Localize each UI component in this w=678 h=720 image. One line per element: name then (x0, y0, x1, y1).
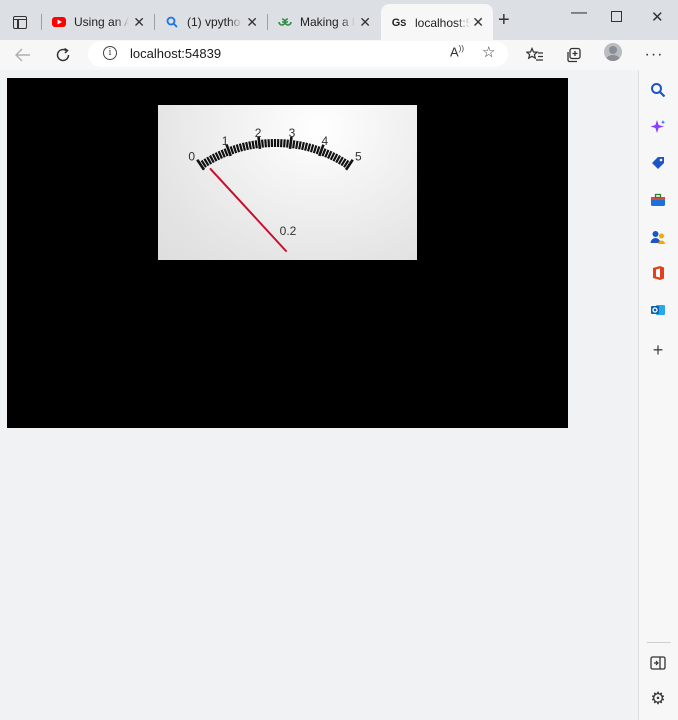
meter-minor-tick (232, 145, 238, 154)
meter-minor-tick (295, 140, 299, 149)
meter-minor-tick (292, 140, 296, 149)
search-icon (165, 15, 179, 29)
meter-minor-tick (309, 144, 315, 153)
vpython-canvas[interactable]: 0 1 2 3 4 5 0.2 (7, 78, 568, 428)
split-screen-icon[interactable] (649, 654, 667, 672)
edge-sidebar: + ⚙ (638, 70, 678, 720)
meter-minor-tick (251, 140, 255, 149)
meter-minor-tick (235, 144, 241, 153)
close-tab-icon[interactable]: ✕ (472, 15, 484, 29)
meter-minor-tick (315, 146, 321, 155)
maximize-icon[interactable] (611, 11, 622, 22)
tab-actions-button[interactable] (9, 11, 31, 33)
meter-tick-label: 3 (289, 126, 296, 140)
meter-minor-tick (264, 139, 267, 148)
tab-1[interactable]: (1) vpython ✕ (154, 8, 267, 36)
people-icon[interactable] (649, 228, 667, 246)
tag-icon[interactable] (649, 154, 667, 172)
geeksforgeeks-icon (278, 15, 292, 29)
gs-icon: GS (391, 17, 407, 29)
meter-tick-label: 2 (255, 126, 262, 140)
meter-minor-tick (306, 143, 312, 152)
tab-3-active[interactable]: GS localhost:54 ✕ (381, 4, 493, 40)
back-arrow-icon[interactable] (12, 44, 34, 66)
collections-icon[interactable] (563, 44, 585, 66)
tab-0[interactable]: Using an Ar ✕ (41, 8, 154, 36)
new-tab-icon[interactable]: + (498, 10, 510, 30)
meter-tick-label: 5 (355, 149, 362, 163)
read-aloud-icon[interactable]: A)) (450, 44, 464, 59)
tab-title: Using an Ar (74, 15, 129, 29)
meter-minor-tick (229, 146, 235, 155)
meter-minor-tick (283, 139, 286, 148)
meter-tick-label: 0 (188, 149, 195, 163)
meter-minor-tick (238, 143, 244, 152)
close-tab-icon[interactable]: ✕ (246, 15, 258, 29)
more-options-icon[interactable]: ··· (643, 44, 665, 66)
plus-icon[interactable]: + (649, 340, 667, 360)
meter-minor-tick (304, 142, 309, 151)
meter-needle (209, 168, 287, 252)
meter-minor-tick (245, 141, 249, 151)
site-info-icon[interactable]: i (103, 46, 117, 60)
meter-reading-label: 0.2 (280, 224, 297, 238)
meter-minor-tick (298, 141, 302, 150)
tab-title: localhost:54 (415, 16, 470, 30)
youtube-icon (52, 15, 66, 29)
tab-2[interactable]: Making a la ✕ (267, 8, 380, 36)
tab-strip: Using an Ar ✕ (1) vpython ✕ Making a la … (0, 0, 678, 40)
outlook-icon[interactable] (649, 301, 667, 319)
meter-minor-tick (261, 139, 264, 148)
meter-minor-tick (312, 145, 318, 154)
page-content: 0 1 2 3 4 5 0.2 (0, 70, 638, 720)
search-icon[interactable] (649, 81, 667, 99)
office-icon[interactable] (649, 264, 667, 282)
address-toolbar: i localhost:54839 A)) ☆ ··· (0, 40, 678, 70)
sparkle-icon[interactable] (649, 118, 667, 136)
tab-actions-icon (13, 15, 27, 29)
refresh-icon[interactable] (52, 44, 74, 66)
profile-avatar[interactable] (604, 43, 622, 61)
meter-minor-tick (241, 142, 246, 151)
meter-minor-tick (286, 139, 289, 148)
meter-minor-tick (254, 140, 258, 149)
tab-title: (1) vpython (187, 15, 242, 29)
gear-icon[interactable]: ⚙ (649, 689, 667, 708)
analog-meter: 0 1 2 3 4 5 0.2 (158, 105, 417, 260)
close-tab-icon[interactable]: ✕ (359, 15, 371, 29)
favorites-icon[interactable] (524, 44, 546, 66)
address-url[interactable]: localhost:54839 (130, 46, 221, 61)
add-favorite-icon[interactable]: ☆ (482, 43, 495, 61)
meter-tick-label: 4 (322, 134, 329, 148)
minimize-icon[interactable]: — (571, 4, 587, 22)
close-tab-icon[interactable]: ✕ (133, 15, 145, 29)
tab-title: Making a la (300, 15, 355, 29)
briefcase-icon[interactable] (649, 191, 667, 209)
window-close-icon[interactable]: ✕ (651, 8, 664, 26)
meter-minor-tick (301, 141, 305, 151)
meter-dial: 0 1 2 3 4 5 0.2 (188, 126, 362, 252)
meter-tick-label: 1 (222, 134, 229, 148)
meter-minor-tick (248, 141, 252, 150)
address-bar[interactable]: i localhost:54839 A)) ☆ (88, 41, 508, 67)
